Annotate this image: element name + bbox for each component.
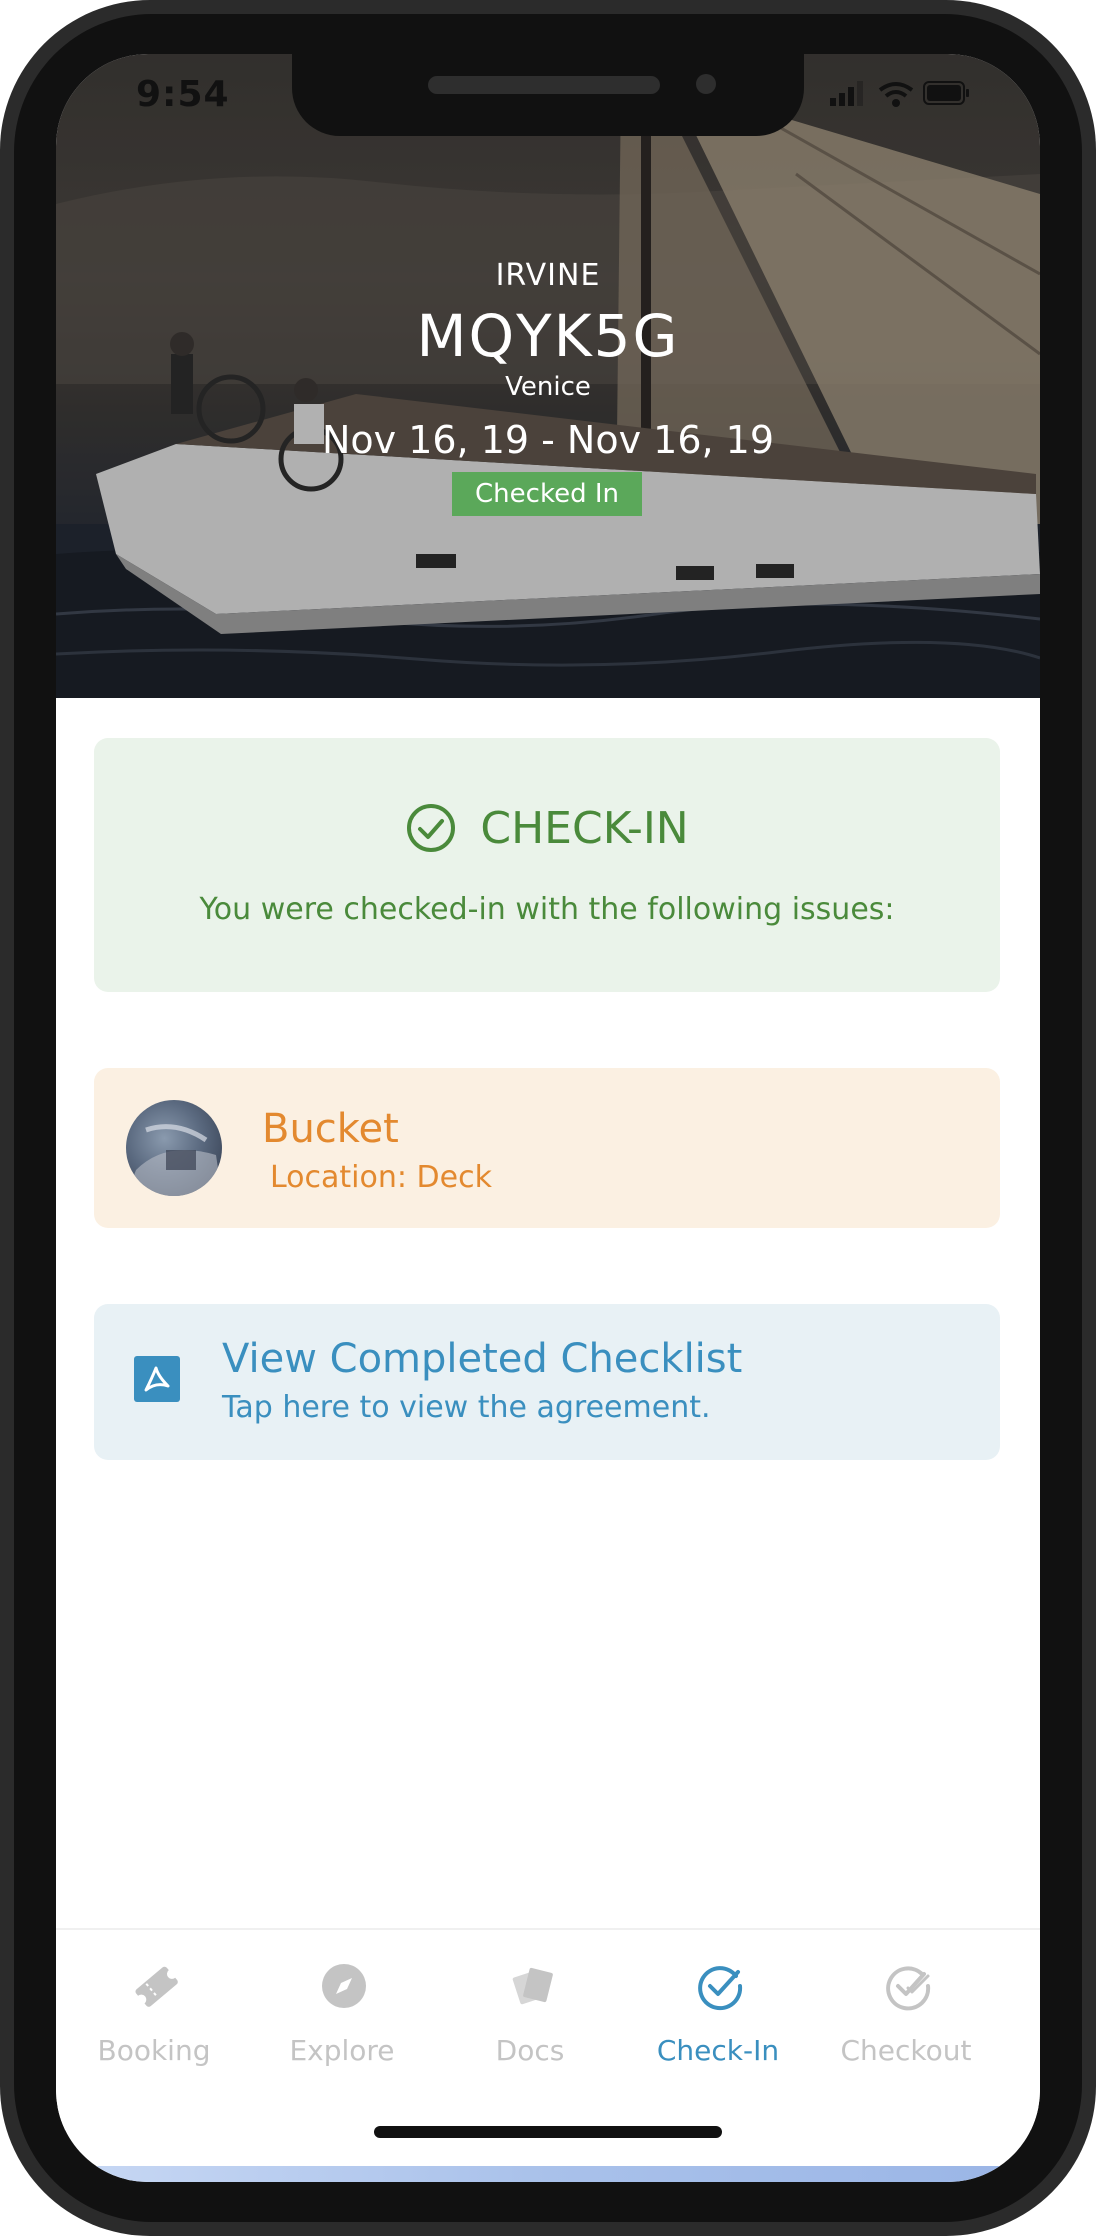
tab-label: Explore [289,2034,395,2067]
check-circle-icon [698,1966,743,2011]
tab-docs[interactable]: Docs [432,1930,628,2090]
checkin-title-row: CHECK-IN [94,802,1000,862]
checklist-subtitle: Tap here to view the agreement. [222,1390,711,1425]
checkin-title: CHECK-IN [480,802,689,854]
compass-icon [322,1964,366,2008]
status-icons [830,81,969,107]
screen: IRVINE MQYK5G Venice Nov 16, 19 - Nov 16… [56,54,1040,2182]
wifi-icon [878,82,914,107]
home-indicator[interactable] [374,2126,722,2138]
tab-explore[interactable]: Explore [244,1930,440,2090]
tab-checkout[interactable]: Checkout [808,1930,1004,2090]
tab-bar: Booking Explore Docs Check-In Checkout [56,1928,1040,2130]
boat-name: IRVINE [495,258,601,293]
booking-dates: Nov 16, 19 - Nov 16, 19 [321,418,775,462]
completed-checklist-card[interactable]: View Completed Checklist Tap here to vie… [94,1304,1000,1460]
bucket-photo [126,1124,222,1196]
tab-label: Booking [97,2034,211,2067]
tab-label: Check-In [656,2034,780,2067]
notch [292,54,804,136]
checklist-title: View Completed Checklist [222,1336,743,1382]
booking-code: MQYK5G [416,302,680,370]
status-badge: Checked In [452,472,642,516]
checkin-message: You were checked-in with the following i… [199,892,895,927]
ticket-icon [135,1966,178,2007]
status-bar: 9:54 [56,54,1040,144]
battery-icon [923,81,969,105]
tab-check-in[interactable]: Check-In [620,1930,816,2090]
hero-banner: IRVINE MQYK5G Venice Nov 16, 19 - Nov 16… [56,54,1040,698]
pdf-icon [134,1356,180,1402]
docs-icon [512,1967,553,2005]
status-time: 9:54 [136,74,230,115]
front-camera [696,74,716,94]
tab-label: Docs [495,2034,565,2067]
signal-icon [830,81,863,106]
bottom-strip [56,2166,1040,2182]
tab-label: Checkout [840,2034,972,2067]
speaker [428,76,660,94]
issue-thumbnail [126,1100,222,1196]
issue-location: Location: Deck [270,1160,492,1195]
tab-booking[interactable]: Booking [56,1930,252,2090]
issue-item[interactable]: Bucket Location: Deck [94,1068,1000,1228]
issue-name: Bucket [262,1106,399,1152]
checkin-summary-card: CHECK-IN You were checked-in with the fo… [94,738,1000,992]
double-check-icon [886,1966,931,2011]
check-circle-icon [407,804,456,852]
booking-location: Venice [505,372,591,402]
